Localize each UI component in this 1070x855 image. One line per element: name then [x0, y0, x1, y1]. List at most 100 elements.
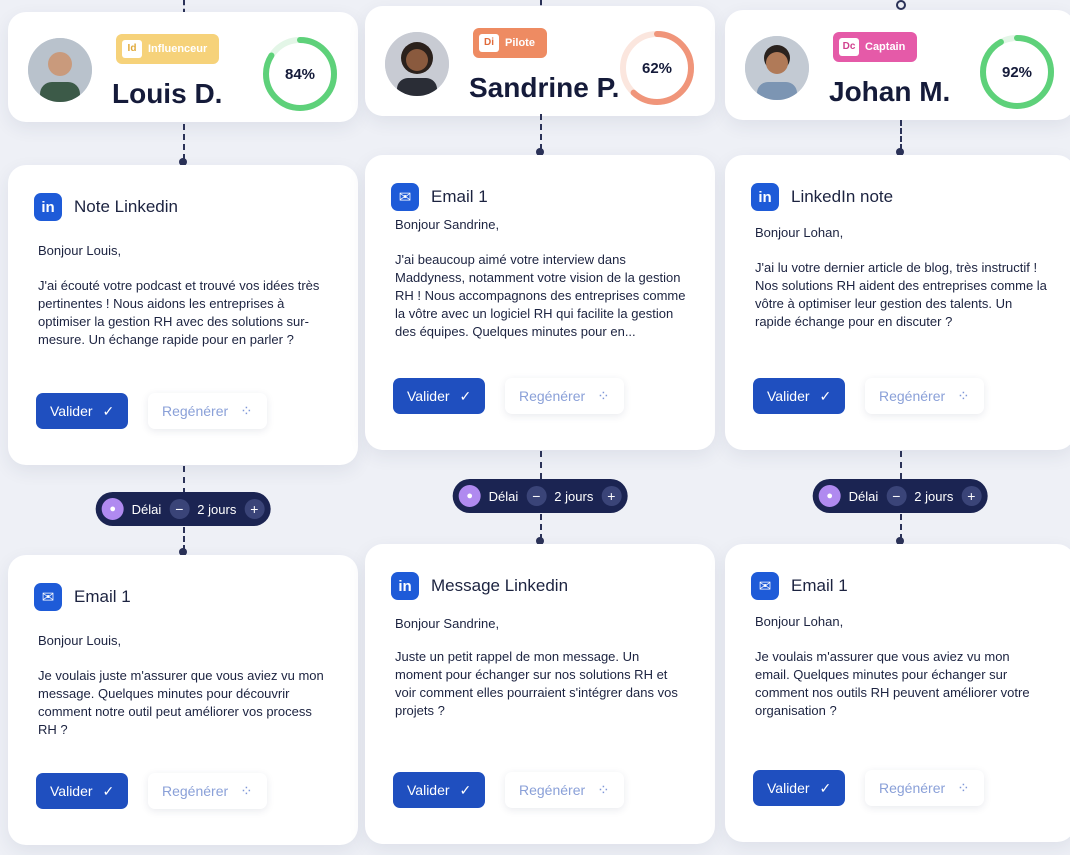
- spinner-icon: ⁘: [240, 783, 253, 800]
- delay-value: 2 jours: [197, 501, 237, 517]
- score-label: 84%: [284, 65, 316, 83]
- message-body[interactable]: J'ai lu votre dernier article de blog, t…: [755, 259, 1047, 331]
- message-title: Email 1: [74, 587, 131, 606]
- message-greeting: Bonjour Louis,: [38, 243, 122, 258]
- avatar-woman-icon: [385, 32, 449, 96]
- message-body[interactable]: J'ai beaucoup aimé votre interview dans …: [395, 251, 687, 341]
- check-icon: ✓: [102, 402, 115, 419]
- role-label: Influenceur: [148, 43, 208, 55]
- check-icon: ✓: [819, 387, 832, 404]
- message-greeting: Bonjour Sandrine,: [395, 217, 500, 232]
- increase-delay-button[interactable]: +: [961, 486, 982, 506]
- regenerate-button[interactable]: Regénérer ⁘: [505, 378, 624, 414]
- spinner-icon: ⁘: [957, 388, 970, 405]
- regenerate-label: Regénérer: [162, 783, 229, 799]
- message-body[interactable]: Je voulais juste m'assurer que vous avie…: [38, 667, 330, 739]
- delay-pill: ● Délai − 2 jours +: [95, 492, 271, 526]
- spinner-icon: ⁘: [957, 780, 970, 797]
- validate-button[interactable]: Valider ✓: [753, 378, 846, 414]
- sequence-column-johan: Dc Captain Johan M. 92% in LinkedIn note…: [725, 0, 1070, 855]
- message-title: LinkedIn note: [791, 187, 894, 206]
- role-code: Id: [122, 40, 142, 58]
- delay-label: Délai: [131, 501, 162, 517]
- validate-label: Valider: [50, 783, 93, 799]
- bell-icon: ●: [458, 485, 481, 507]
- prospect-name: Louis D.: [112, 78, 223, 109]
- sequence-column-louis: Id Influenceur Louis D. 84% in Note Link…: [8, 0, 358, 855]
- message-card-step-1: ✉ Email 1 Bonjour Sandrine, J'ai beaucou…: [365, 155, 715, 450]
- connector-line: [540, 451, 542, 479]
- role-label: Pilote: [505, 37, 535, 49]
- validate-button[interactable]: Valider ✓: [753, 770, 846, 806]
- connector-line: [540, 114, 542, 150]
- message-title: Email 1: [791, 576, 848, 595]
- profile-card[interactable]: Di Pilote Sandrine P. 62%: [365, 6, 715, 116]
- message-body[interactable]: Je voulais m'assurer que vous aviez vu m…: [755, 648, 1047, 720]
- regenerate-button[interactable]: Regénérer ⁘: [505, 772, 624, 808]
- check-icon: ✓: [459, 781, 472, 798]
- score-label: 92%: [1001, 63, 1033, 81]
- delay-pill: ● Délai − 2 jours +: [812, 479, 988, 513]
- decrease-delay-button[interactable]: −: [886, 486, 907, 506]
- regenerate-label: Regénérer: [879, 388, 946, 404]
- validate-button[interactable]: Valider ✓: [393, 378, 486, 414]
- message-greeting: Bonjour Lohan,: [755, 614, 844, 629]
- increase-delay-button[interactable]: +: [601, 486, 622, 506]
- validate-label: Valider: [767, 780, 810, 796]
- email-icon: ✉: [34, 583, 62, 611]
- message-card-step-1: in Note Linkedin Bonjour Louis, J'ai éco…: [8, 165, 358, 465]
- message-title: Message Linkedin: [431, 576, 569, 595]
- spinner-icon: ⁘: [597, 782, 610, 799]
- connector-dot: [896, 0, 906, 10]
- bell-icon: ●: [101, 498, 124, 520]
- regenerate-label: Regénérer: [162, 403, 229, 419]
- decrease-delay-button[interactable]: −: [526, 486, 547, 506]
- role-code: Di: [479, 34, 499, 52]
- delay-value: 2 jours: [914, 488, 954, 504]
- validate-button[interactable]: Valider ✓: [393, 772, 486, 808]
- regenerate-label: Regénérer: [519, 388, 586, 404]
- profile-card[interactable]: Id Influenceur Louis D. 84%: [8, 12, 358, 122]
- message-greeting: Bonjour Louis,: [38, 633, 122, 648]
- delay-value: 2 jours: [554, 488, 594, 504]
- validate-label: Valider: [50, 403, 93, 419]
- linkedin-icon: in: [391, 572, 419, 600]
- role-badge: Id Influenceur: [116, 34, 220, 64]
- avatar-man-icon: [745, 36, 809, 100]
- increase-delay-button[interactable]: +: [244, 499, 265, 519]
- regenerate-button[interactable]: Regénérer ⁘: [865, 770, 984, 806]
- message-card-step-2: ✉ Email 1 Bonjour Louis, Je voulais just…: [8, 555, 358, 845]
- profile-card[interactable]: Dc Captain Johan M. 92%: [725, 10, 1070, 120]
- validate-button[interactable]: Valider ✓: [36, 393, 129, 429]
- role-code: Dc: [839, 38, 859, 56]
- message-greeting: Bonjour Lohan,: [755, 225, 844, 240]
- regenerate-button[interactable]: Regénérer ⁘: [865, 378, 984, 414]
- linkedin-icon: in: [751, 183, 779, 211]
- connector-line: [183, 466, 185, 494]
- email-icon: ✉: [391, 183, 419, 211]
- score-label: 62%: [641, 59, 673, 77]
- message-greeting: Bonjour Sandrine,: [395, 616, 500, 631]
- message-body[interactable]: Juste un petit rappel de mon message. Un…: [395, 648, 687, 720]
- role-label: Captain: [865, 41, 906, 53]
- connector-line: [900, 120, 902, 150]
- bell-icon: ●: [818, 485, 841, 507]
- regenerate-button[interactable]: Regénérer ⁘: [148, 393, 267, 429]
- check-icon: ✓: [819, 779, 832, 796]
- validate-button[interactable]: Valider ✓: [36, 773, 129, 809]
- validate-label: Valider: [767, 388, 810, 404]
- message-title: Note Linkedin: [74, 197, 178, 216]
- decrease-delay-button[interactable]: −: [169, 499, 190, 519]
- check-icon: ✓: [102, 782, 115, 799]
- linkedin-icon: in: [34, 193, 62, 221]
- validate-label: Valider: [407, 388, 450, 404]
- email-icon: ✉: [751, 572, 779, 600]
- role-badge: Dc Captain: [833, 32, 918, 62]
- validate-label: Valider: [407, 782, 450, 798]
- regenerate-button[interactable]: Regénérer ⁘: [148, 773, 267, 809]
- message-card-step-1: in LinkedIn note Bonjour Lohan, J'ai lu …: [725, 155, 1070, 450]
- message-card-step-2: in Message Linkedin Bonjour Sandrine, Ju…: [365, 544, 715, 844]
- delay-label: Délai: [488, 488, 519, 504]
- message-body[interactable]: J'ai écouté votre podcast et trouvé vos …: [38, 277, 330, 349]
- message-card-step-2: ✉ Email 1 Bonjour Lohan, Je voulais m'as…: [725, 544, 1070, 842]
